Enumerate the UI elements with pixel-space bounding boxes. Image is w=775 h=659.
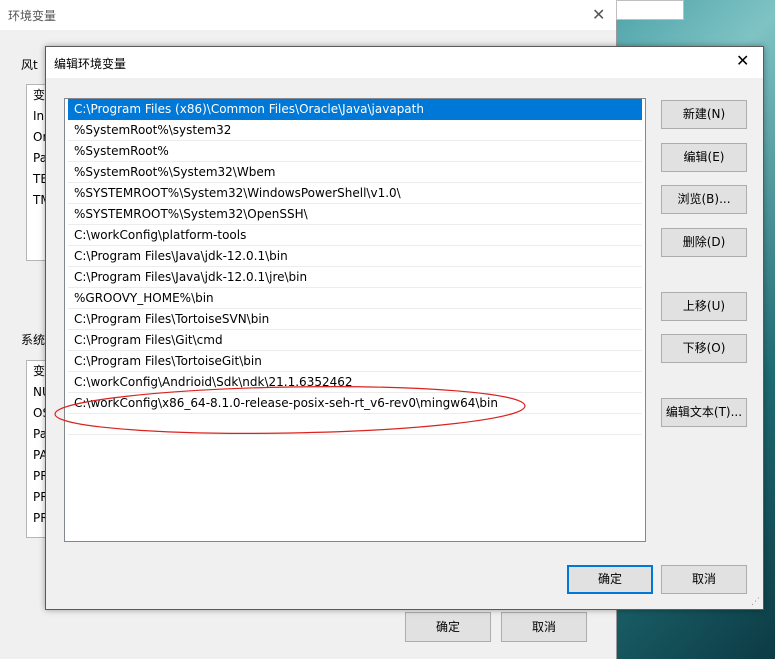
- path-list-item[interactable]: %SYSTEMROOT%\System32\OpenSSH\: [68, 204, 642, 225]
- bg-dialog-title: 环境变量: [8, 9, 57, 23]
- close-icon[interactable]: ✕: [736, 51, 749, 70]
- edit-button[interactable]: 编辑(E): [661, 143, 747, 172]
- path-list-item[interactable]: %SystemRoot%: [68, 141, 642, 162]
- path-list-item[interactable]: C:\workConfig\Andrioid\Sdk\ndk\21.1.6352…: [68, 372, 642, 393]
- bg-title-bar: 环境变量 ✕: [0, 0, 616, 30]
- edit-text-button[interactable]: 编辑文本(T)...: [661, 398, 747, 427]
- bg-top-field[interactable]: [616, 0, 684, 20]
- path-list-item[interactable]: C:\Program Files (x86)\Common Files\Orac…: [68, 99, 642, 120]
- cancel-button[interactable]: 取消: [661, 565, 747, 594]
- delete-button[interactable]: 删除(D): [661, 228, 747, 257]
- path-list-item[interactable]: C:\Program Files\TortoiseGit\bin: [68, 351, 642, 372]
- path-list-item[interactable]: %SYSTEMROOT%\System32\WindowsPowerShell\…: [68, 183, 642, 204]
- move-down-button[interactable]: 下移(O): [661, 334, 747, 363]
- path-list-item[interactable]: %SystemRoot%\system32: [68, 120, 642, 141]
- browse-button[interactable]: 浏览(B)...: [661, 185, 747, 214]
- path-list-item[interactable]: C:\Program Files\TortoiseSVN\bin: [68, 309, 642, 330]
- bg-ok-button[interactable]: 确定: [405, 612, 491, 642]
- new-button[interactable]: 新建(N): [661, 100, 747, 129]
- path-list[interactable]: C:\Program Files (x86)\Common Files\Orac…: [64, 98, 646, 542]
- path-list-item[interactable]: C:\workConfig\platform-tools: [68, 225, 642, 246]
- path-list-item[interactable]: C:\workConfig\x86_64-8.1.0-release-posix…: [68, 393, 642, 414]
- path-list-item[interactable]: C:\Program Files\Java\jdk-12.0.1\jre\bin: [68, 267, 642, 288]
- ok-button[interactable]: 确定: [567, 565, 653, 594]
- bg-cancel-button[interactable]: 取消: [501, 612, 587, 642]
- edit-dialog-title: 编辑环境变量: [54, 57, 127, 71]
- move-up-button[interactable]: 上移(U): [661, 292, 747, 321]
- system-variables-label: 系统: [21, 331, 48, 348]
- resize-grip-icon[interactable]: ⋰: [751, 597, 760, 607]
- path-list-item-empty[interactable]: [68, 414, 642, 435]
- path-list-item[interactable]: C:\Program Files\Java\jdk-12.0.1\bin: [68, 246, 642, 267]
- path-list-item[interactable]: %GROOVY_HOME%\bin: [68, 288, 642, 309]
- user-variables-label: 风t: [21, 56, 40, 73]
- path-list-item[interactable]: %SystemRoot%\System32\Wbem: [68, 162, 642, 183]
- edit-title-bar: 编辑环境变量 ✕: [46, 47, 763, 78]
- path-list-item[interactable]: C:\Program Files\Git\cmd: [68, 330, 642, 351]
- bg-close-icon[interactable]: ✕: [592, 5, 605, 24]
- edit-environment-variable-dialog: 编辑环境变量 ✕ C:\Program Files (x86)\Common F…: [45, 46, 764, 610]
